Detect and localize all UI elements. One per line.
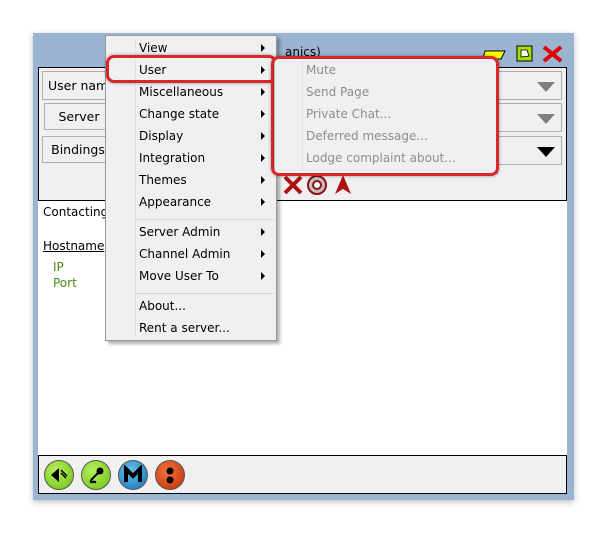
menu-item-display[interactable]: Display: [139, 127, 183, 145]
chevron-down-icon: [537, 147, 555, 157]
m-icon[interactable]: [118, 460, 148, 490]
submenu-arrow-icon: [261, 176, 265, 184]
ip-label: IP: [53, 260, 64, 274]
menu-item-change-state[interactable]: Change state: [139, 105, 219, 123]
menu-item-miscellaneous[interactable]: Miscellaneous: [139, 83, 223, 101]
arrow-up-icon[interactable]: [335, 175, 351, 194]
menu-separator: [136, 293, 274, 294]
submenu-arrow-icon: [261, 88, 265, 96]
speaker-icon[interactable]: [44, 460, 74, 490]
menu-item-about[interactable]: About...: [139, 297, 186, 315]
log-line: Contacting: [43, 205, 109, 219]
server-button[interactable]: Server: [44, 103, 114, 130]
submenu-arrow-icon: [261, 272, 265, 280]
submenu-arrow-icon: [261, 250, 265, 258]
submenu-arrow-icon: [261, 154, 265, 162]
lifebuoy-icon[interactable]: [307, 175, 327, 195]
close-icon[interactable]: [542, 45, 563, 63]
highlight-submenu: [271, 56, 499, 176]
chevron-down-icon: [537, 82, 555, 92]
menu-separator: [136, 219, 274, 220]
chevron-down-icon: [537, 114, 555, 124]
submenu-arrow-icon: [261, 44, 265, 52]
disconnect-icon[interactable]: [283, 175, 303, 195]
submenu-arrow-icon: [261, 198, 265, 206]
toolbar: [283, 175, 351, 195]
microphone-icon[interactable]: [81, 460, 111, 490]
menu-item-move-user-to[interactable]: Move User To: [139, 267, 219, 285]
menu-item-rent-server[interactable]: Rent a server...: [139, 319, 230, 337]
menu-item-channel-admin[interactable]: Channel Admin: [139, 245, 230, 263]
highlight-user-item: [106, 55, 277, 83]
status-icon[interactable]: [155, 460, 185, 490]
submenu-arrow-icon: [261, 110, 265, 118]
menu-item-integration[interactable]: Integration: [139, 149, 205, 167]
submenu-arrow-icon: [261, 132, 265, 140]
menu-item-themes[interactable]: Themes: [139, 171, 187, 189]
submenu-arrow-icon: [261, 228, 265, 236]
hostname-label: Hostname: [43, 239, 105, 253]
menu-item-server-admin[interactable]: Server Admin: [139, 223, 220, 241]
menu-item-appearance[interactable]: Appearance: [139, 193, 211, 211]
port-label: Port: [53, 276, 77, 290]
bindings-button[interactable]: Bindings: [42, 136, 114, 163]
maximize-icon[interactable]: [516, 45, 533, 62]
